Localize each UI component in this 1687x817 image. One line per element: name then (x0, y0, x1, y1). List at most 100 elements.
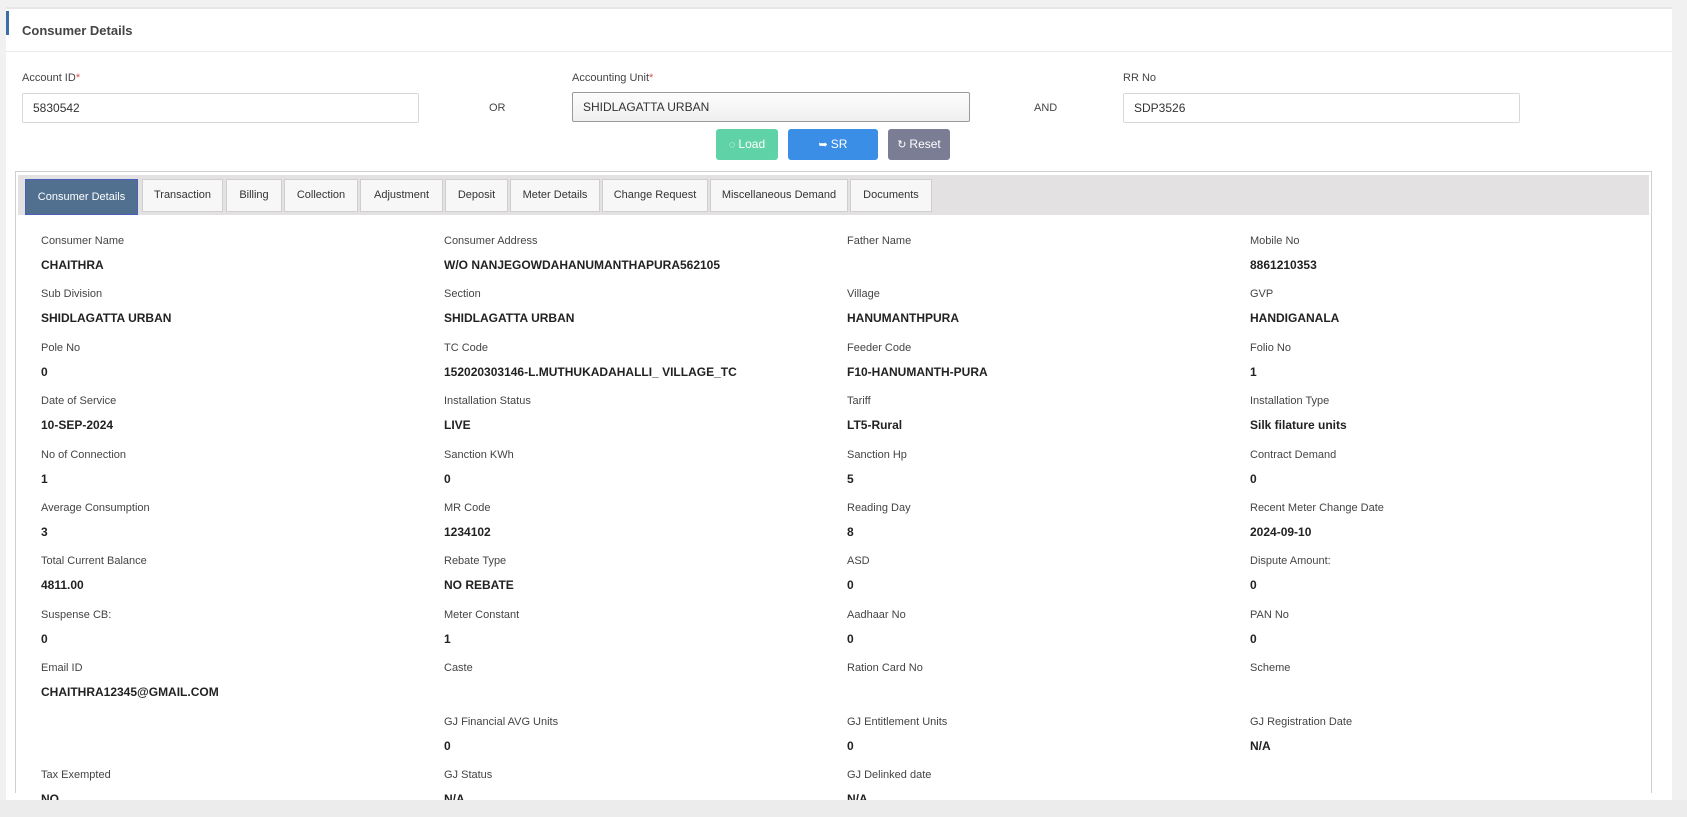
field-value: 0 (1250, 578, 1257, 592)
field-label: GJ Delinked date (847, 769, 932, 781)
spinner-icon: ◌ (728, 139, 736, 151)
field-value: LT5-Rural (847, 418, 903, 432)
field-label: Dispute Amount: (1250, 555, 1331, 567)
field-value: 0 (847, 739, 854, 753)
or-separator: OR (489, 102, 506, 114)
field-label: Sub Division (41, 288, 103, 300)
field-value: F10-HANUMANTH-PURA (847, 365, 988, 379)
field-label: Installation Type (1250, 395, 1330, 407)
field-label: Consumer Name (41, 235, 125, 247)
field-label: Installation Status (444, 395, 531, 407)
tab-consumer-details[interactable]: Consumer Details (25, 179, 138, 215)
field-value: 8 (847, 525, 854, 539)
field-label: PAN No (1250, 609, 1289, 621)
field-label: Section (444, 288, 481, 300)
field-value: CHAITHRA (41, 258, 104, 272)
and-separator: AND (1034, 102, 1058, 114)
field-label: Ration Card No (847, 662, 923, 674)
field-label: GJ Financial AVG Units (444, 716, 559, 728)
field-label: Tariff (847, 395, 871, 407)
load-button[interactable]: ◌ Load (716, 129, 778, 160)
tab-billing[interactable]: Billing (226, 179, 282, 212)
account-id-label: Account ID* (22, 72, 81, 84)
field-value: HANUMANTHPURA (847, 311, 959, 325)
field-label: Contract Demand (1250, 449, 1337, 461)
field-value: CHAITHRA12345@GMAIL.COM (41, 685, 219, 699)
field-value: Silk filature units (1250, 418, 1347, 432)
load-button-label: Load (738, 137, 766, 151)
field-value: 1 (444, 632, 451, 646)
field-value: 10-SEP-2024 (41, 418, 114, 432)
field-value: 0 (444, 739, 451, 753)
tab-documents[interactable]: Documents (850, 179, 932, 212)
field-value: LIVE (444, 418, 471, 432)
field-value: 0 (1250, 632, 1257, 646)
field-label: Aadhaar No (847, 609, 906, 621)
accounting-unit-select[interactable]: SHIDLAGATTA URBAN (572, 92, 970, 122)
field-label: Mobile No (1250, 235, 1300, 247)
field-label: GJ Entitlement Units (847, 716, 948, 728)
field-value: N/A (1250, 739, 1271, 753)
tab-miscellaneous-demand[interactable]: Miscellaneous Demand (710, 179, 848, 212)
details-container: Consumer Details Transaction Billing Col… (15, 171, 1652, 806)
field-label: Suspense CB: (41, 609, 112, 621)
field-value: 5 (847, 472, 854, 486)
field-label: Father Name (847, 235, 912, 247)
tab-collection[interactable]: Collection (284, 179, 358, 212)
field-label: No of Connection (41, 449, 126, 461)
field-value: 8861210353 (1250, 258, 1317, 272)
field-label: TC Code (444, 342, 489, 354)
header-accent-bar (6, 11, 9, 35)
field-label: Caste (444, 662, 473, 674)
field-value: 2024-09-10 (1250, 525, 1312, 539)
field-value: NO REBATE (444, 578, 514, 592)
tab-deposit[interactable]: Deposit (445, 179, 508, 212)
field-value: 1 (41, 472, 48, 486)
reset-button[interactable]: ↻ Reset (888, 129, 950, 160)
field-label: Scheme (1250, 662, 1291, 674)
field-label: Tax Exempted (41, 769, 111, 781)
field-label: Total Current Balance (41, 555, 147, 567)
field-label: MR Code (444, 502, 491, 514)
field-label: Feeder Code (847, 342, 912, 354)
field-label: Rebate Type (444, 555, 507, 567)
field-label: Folio No (1250, 342, 1291, 354)
field-value: W/O NANJEGOWDAHANUMANTHAPURA562105 (444, 258, 721, 272)
field-value: 0 (444, 472, 451, 486)
field-label: Recent Meter Change Date (1250, 502, 1384, 514)
field-value: 1 (1250, 365, 1257, 379)
tab-meter-details[interactable]: Meter Details (510, 179, 600, 212)
field-value: 152020303146-L.MUTHUKADAHALLI_ VILLAGE_T… (444, 365, 737, 379)
tab-change-request[interactable]: Change Request (602, 179, 708, 212)
download-circle-icon: ➥ (818, 139, 828, 151)
field-value: 0 (847, 632, 854, 646)
field-value: 0 (41, 632, 48, 646)
rr-no-label: RR No (1123, 72, 1157, 84)
horizontal-scrollbar[interactable] (0, 800, 1687, 817)
field-value: 0 (41, 365, 48, 379)
field-label: GVP (1250, 288, 1274, 300)
tab-transaction[interactable]: Transaction (142, 179, 223, 212)
field-label: Average Consumption (41, 502, 150, 514)
rr-no-input[interactable]: SDP3526 (1123, 93, 1520, 123)
tab-bar: Consumer Details Transaction Billing Col… (18, 175, 1649, 215)
field-value: 0 (847, 578, 854, 592)
field-label: Date of Service (41, 395, 117, 407)
field-value: 0 (1250, 472, 1257, 486)
field-value: 1234102 (444, 525, 491, 539)
accounting-unit-label: Accounting Unit* (572, 72, 654, 84)
field-value: HANDIGANALA (1250, 311, 1340, 325)
field-label: GJ Status (444, 769, 493, 781)
refresh-icon: ↻ (897, 139, 907, 151)
field-label: Meter Constant (444, 609, 520, 621)
field-label: Sanction Hp (847, 449, 907, 461)
field-label: Consumer Address (444, 235, 538, 247)
field-label: GJ Registration Date (1250, 716, 1353, 728)
field-value: 4811.00 (41, 578, 84, 592)
field-value: SHIDLAGATTA URBAN (41, 311, 172, 325)
field-label: Email ID (41, 662, 83, 674)
field-value: SHIDLAGATTA URBAN (444, 311, 575, 325)
tab-adjustment[interactable]: Adjustment (360, 179, 443, 212)
account-id-input[interactable]: 5830542 (22, 93, 419, 123)
sr-report-button[interactable]: ➥SR REPORT (788, 129, 878, 183)
